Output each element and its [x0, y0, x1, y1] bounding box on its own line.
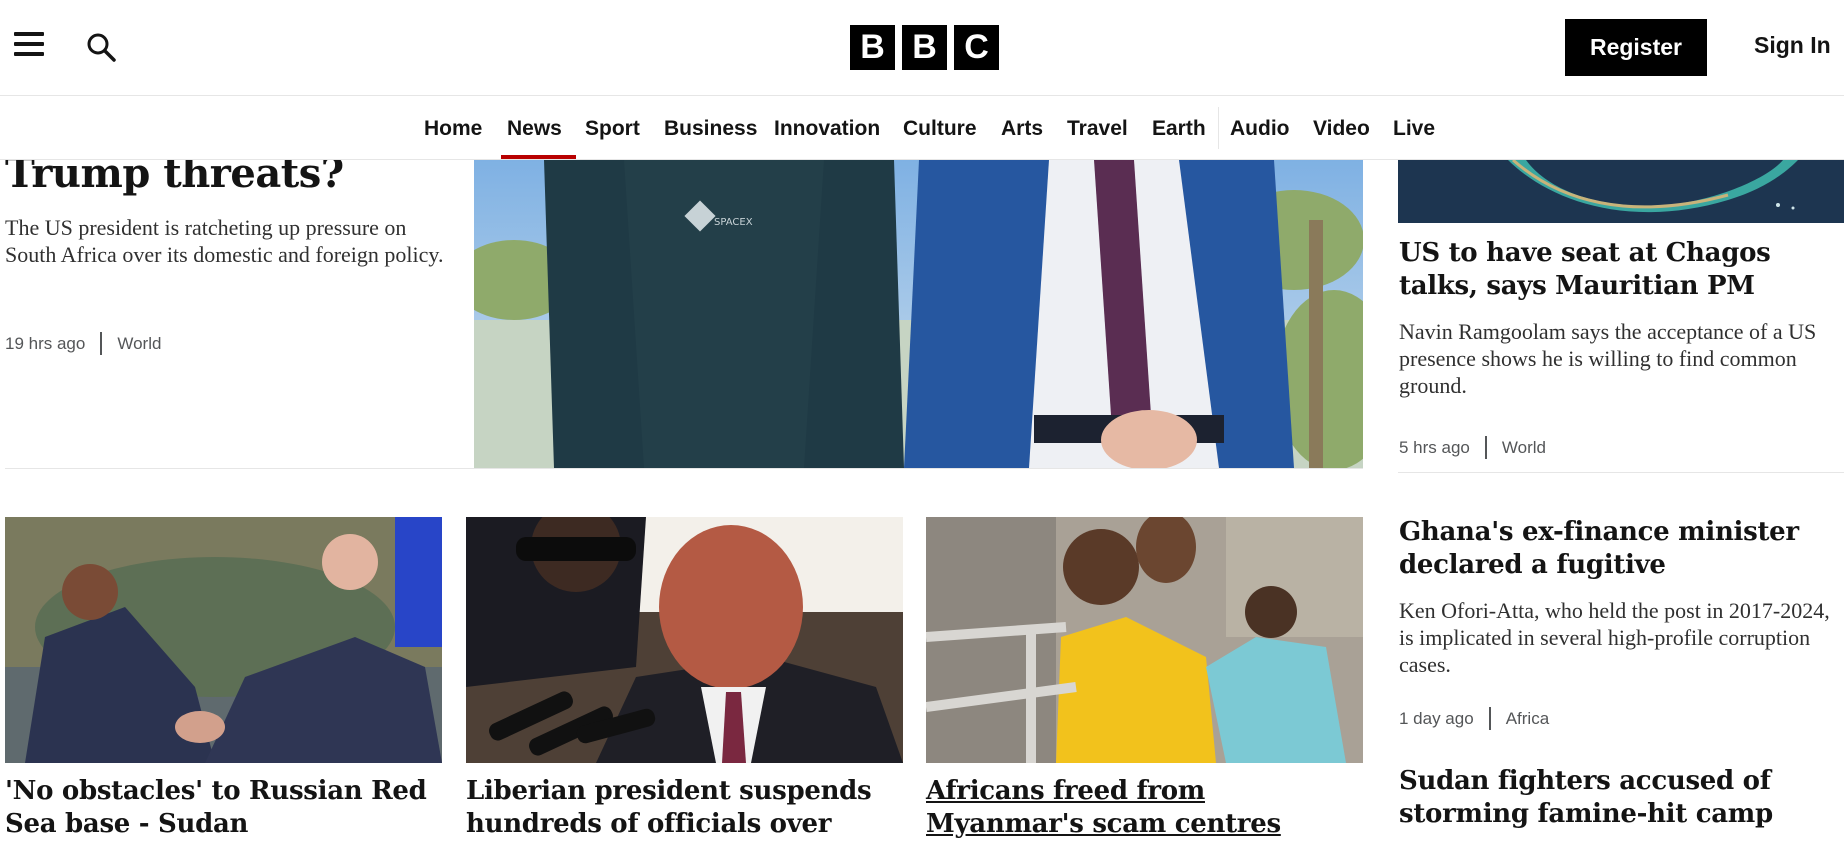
- nav-item-sport[interactable]: Sport: [585, 117, 640, 141]
- card-image[interactable]: [466, 517, 903, 763]
- timestamp: 1 day ago: [1399, 708, 1474, 728]
- sidebar-headline[interactable]: Ghana's ex-finance minister declared a f…: [1399, 516, 1839, 582]
- hamburger-menu-icon[interactable]: [14, 32, 44, 60]
- nav-item-home[interactable]: Home: [424, 117, 482, 141]
- logo-letter: B: [850, 25, 895, 70]
- card-image[interactable]: [5, 517, 442, 763]
- nav-item-innovation[interactable]: Innovation: [774, 117, 880, 141]
- nav-item-arts[interactable]: Arts: [1001, 117, 1043, 141]
- section-tag[interactable]: World: [1502, 438, 1546, 458]
- card-photo: [926, 517, 1363, 763]
- bbc-logo[interactable]: B B C: [850, 25, 999, 70]
- meta-separator: [100, 332, 103, 355]
- satellite-map-photo: [1398, 160, 1844, 223]
- sign-in-link[interactable]: Sign In: [1754, 32, 1831, 59]
- lead-photo: SPACEX: [474, 160, 1363, 468]
- card-headline[interactable]: Africans freed from Myanmar's scam centr…: [926, 775, 1366, 841]
- lead-story-image[interactable]: SPACEX: [474, 160, 1363, 468]
- section-tag[interactable]: Africa: [1506, 709, 1549, 729]
- logo-letter: B: [902, 25, 947, 70]
- section-tag[interactable]: World: [117, 334, 161, 354]
- sidebar-headline[interactable]: Sudan fighters accused of storming famin…: [1399, 765, 1844, 831]
- nav-item-culture[interactable]: Culture: [903, 117, 977, 141]
- nav-item-news[interactable]: News: [501, 117, 576, 159]
- nav-item-audio[interactable]: Audio: [1230, 117, 1289, 141]
- section-nav: Home News Sport Business Innovation Cult…: [0, 97, 1844, 160]
- logo-letter: C: [954, 25, 999, 70]
- card-headline[interactable]: Liberian president suspends hundreds of …: [466, 775, 906, 845]
- svg-text:SPACEX: SPACEX: [714, 217, 753, 228]
- nav-divider: [1218, 107, 1219, 149]
- sidebar-summary: Navin Ramgoolam says the acceptance of a…: [1399, 319, 1817, 398]
- sidebar-story-image[interactable]: [1398, 160, 1844, 223]
- register-button[interactable]: Register: [1565, 19, 1707, 76]
- search-icon[interactable]: [86, 32, 116, 62]
- lead-meta: 19 hrs ago World: [5, 332, 161, 355]
- nav-item-travel[interactable]: Travel: [1067, 117, 1128, 141]
- sidebar-summary: Ken Ofori-Atta, who held the post in 201…: [1399, 598, 1830, 677]
- sidebar-meta: 1 day ago Africa: [1399, 707, 1549, 730]
- sidebar-meta: 5 hrs ago World: [1399, 436, 1546, 459]
- card-headline[interactable]: 'No obstacles' to Russian Red Sea base -…: [5, 775, 445, 841]
- card-photo: [5, 517, 442, 763]
- sidebar-divider: [1398, 472, 1844, 473]
- card-image[interactable]: [926, 517, 1363, 763]
- timestamp: 5 hrs ago: [1399, 437, 1470, 457]
- sidebar-headline[interactable]: US to have seat at Chagos talks, says Ma…: [1399, 237, 1839, 303]
- nav-item-earth[interactable]: Earth: [1152, 117, 1206, 141]
- lead-divider: [5, 468, 1363, 469]
- meta-separator: [1488, 707, 1491, 730]
- card-photo: [466, 517, 903, 763]
- meta-separator: [1484, 436, 1487, 459]
- lead-summary: The US president is ratcheting up pressu…: [5, 215, 444, 267]
- nav-item-live[interactable]: Live: [1393, 117, 1435, 141]
- nav-item-business[interactable]: Business: [664, 117, 757, 141]
- nav-item-video[interactable]: Video: [1313, 117, 1370, 141]
- top-header: B B C Register Sign In: [0, 0, 1844, 96]
- timestamp: 19 hrs ago: [5, 333, 86, 353]
